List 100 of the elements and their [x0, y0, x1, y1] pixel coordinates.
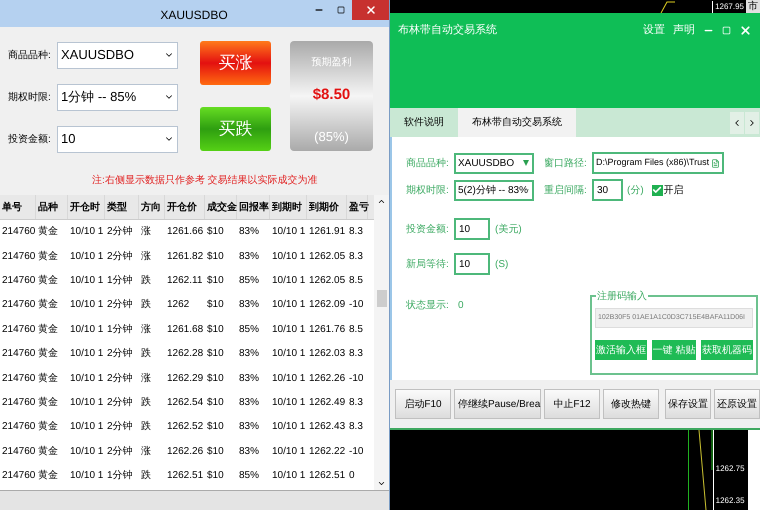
input-field[interactable]: D:\Program Files (x86)\Trust: [592, 152, 724, 174]
input-field[interactable]: 30: [592, 179, 623, 201]
table-cell: 黄金: [38, 226, 58, 238]
dropdown[interactable]: 10: [57, 126, 178, 152]
table-cell: 83%: [239, 396, 260, 409]
action-button[interactable]: 启动F10: [395, 389, 451, 419]
table-cell: 10/10 1: [70, 250, 104, 263]
table-cell: 214760: [2, 348, 36, 360]
table-cell: 跌: [141, 299, 151, 312]
maximize-icon: [337, 6, 345, 14]
table-cell: 8.3: [349, 226, 363, 238]
maximize-icon[interactable]: [722, 26, 731, 35]
dropdown[interactable]: 5(2)分钟 -- 83%: [454, 180, 534, 200]
close-icon[interactable]: [739, 24, 752, 37]
table-cell: -10: [349, 372, 364, 385]
table-cell: 83%: [239, 446, 260, 458]
column-header[interactable]: 单号: [0, 195, 36, 219]
column-header[interactable]: 开仓时: [68, 195, 105, 219]
table-cell: 1262.51: [309, 470, 346, 482]
column-header[interactable]: 到期时: [270, 195, 307, 219]
buy-up-button[interactable]: 买涨: [200, 41, 271, 85]
scroll-right-button[interactable]: [745, 112, 759, 134]
input-field[interactable]: 10: [454, 218, 490, 240]
dropdown[interactable]: 1分钟 -- 85%: [57, 84, 178, 110]
scroll-left-button[interactable]: [730, 112, 744, 134]
field-label: (分): [627, 184, 644, 198]
scroll-down-icon[interactable]: [377, 479, 386, 488]
close-button[interactable]: [352, 0, 389, 20]
table-cell: 黄金: [38, 421, 58, 434]
table-cell: $10: [207, 372, 224, 385]
scrollbar-thumb[interactable]: [376, 290, 387, 307]
field-label: 投资金额:: [406, 222, 450, 236]
price-line: [660, 0, 676, 13]
table-cell: 10/10 1: [70, 396, 104, 409]
settings-button[interactable]: 还原设置: [714, 389, 760, 419]
field-label: (美元): [495, 222, 522, 236]
table-cell: 10/10 1: [272, 372, 306, 385]
table-cell: 2分钟: [107, 396, 133, 409]
column-header[interactable]: 品种: [36, 195, 68, 219]
table-cell: 214760: [2, 274, 36, 287]
table-cell: 2分钟: [107, 446, 133, 458]
table-cell: 10/10 1: [272, 324, 306, 336]
table-cell: 10/10 1: [272, 226, 306, 238]
table-cell: 1262.22: [309, 446, 346, 458]
table-cell: 1262.28: [167, 348, 204, 360]
column-header[interactable]: 开仓价: [165, 195, 205, 219]
table-cell: 2分钟: [107, 421, 133, 434]
column-header[interactable]: 到期价: [307, 195, 347, 219]
table-cell: 1262.26: [167, 446, 204, 458]
table-cell: 83%: [239, 226, 260, 238]
table-cell: 2分钟: [107, 372, 133, 385]
table-cell: 85%: [239, 470, 260, 482]
table-cell: 2分钟: [107, 250, 133, 263]
table-cell: $10: [207, 446, 224, 458]
chart-tab[interactable]: 市: [746, 0, 760, 13]
profit-rate: (85%): [314, 128, 349, 146]
table-cell: 10/10 1: [70, 299, 104, 312]
table-cell: $10: [207, 396, 224, 409]
column-header[interactable]: 回报率: [237, 195, 270, 219]
table-cell: 黄金: [38, 274, 58, 287]
table-cell: 黄金: [38, 470, 58, 482]
action-button[interactable]: 修改热键: [603, 389, 659, 419]
table-cell: 83%: [239, 348, 260, 360]
scrollbar[interactable]: [374, 195, 389, 490]
checkbox[interactable]: [652, 184, 663, 196]
action-button[interactable]: 停继续Pause/Brea: [454, 389, 541, 419]
table-cell: 跌: [141, 348, 151, 360]
notice-text: 注:右侧显示数据只作参考 交易结果以实际成交为准: [92, 174, 319, 188]
input-field[interactable]: 10: [454, 253, 490, 275]
table-cell: 10/10 1: [272, 470, 306, 482]
settings-button[interactable]: 保存设置: [665, 389, 711, 419]
table-cell: 83%: [239, 372, 260, 385]
dropdown[interactable]: XAUUSDBO: [454, 152, 534, 174]
dropdown[interactable]: XAUUSDBO: [57, 42, 178, 68]
column-header[interactable]: 盈亏: [347, 195, 368, 219]
table-cell: 83%: [239, 421, 260, 434]
table-cell: 1261.68: [167, 324, 204, 336]
field-label: 商品品种:: [406, 156, 450, 170]
scroll-up-icon[interactable]: [377, 197, 386, 206]
column-header[interactable]: 成交金: [205, 195, 237, 219]
file-icon[interactable]: [711, 158, 720, 168]
table-cell: 8.3: [349, 396, 363, 409]
action-button[interactable]: 中止F12: [544, 389, 600, 419]
column-header[interactable]: 类型: [105, 195, 139, 219]
profit-title: 预期盈利: [312, 56, 352, 70]
table-cell: 85%: [239, 274, 260, 287]
table-cell: 10/10 1: [70, 274, 104, 287]
field-label: (S): [495, 258, 508, 272]
table-cell: 10/10 1: [70, 446, 104, 458]
tab[interactable]: 布林带自动交易系统: [458, 108, 576, 137]
table-cell: 10/10 1: [70, 470, 104, 482]
table-cell: 214760: [2, 446, 36, 458]
table-cell: $10: [207, 421, 224, 434]
table-cell: 1262.43: [309, 421, 346, 434]
table-cell: 214760: [2, 299, 36, 312]
table-cell: 黄金: [38, 348, 58, 360]
table-cell: 214760: [2, 372, 36, 385]
field-label: 商品品种:: [8, 48, 52, 62]
table-cell: 黄金: [38, 299, 58, 312]
column-header[interactable]: 方向: [139, 195, 165, 219]
